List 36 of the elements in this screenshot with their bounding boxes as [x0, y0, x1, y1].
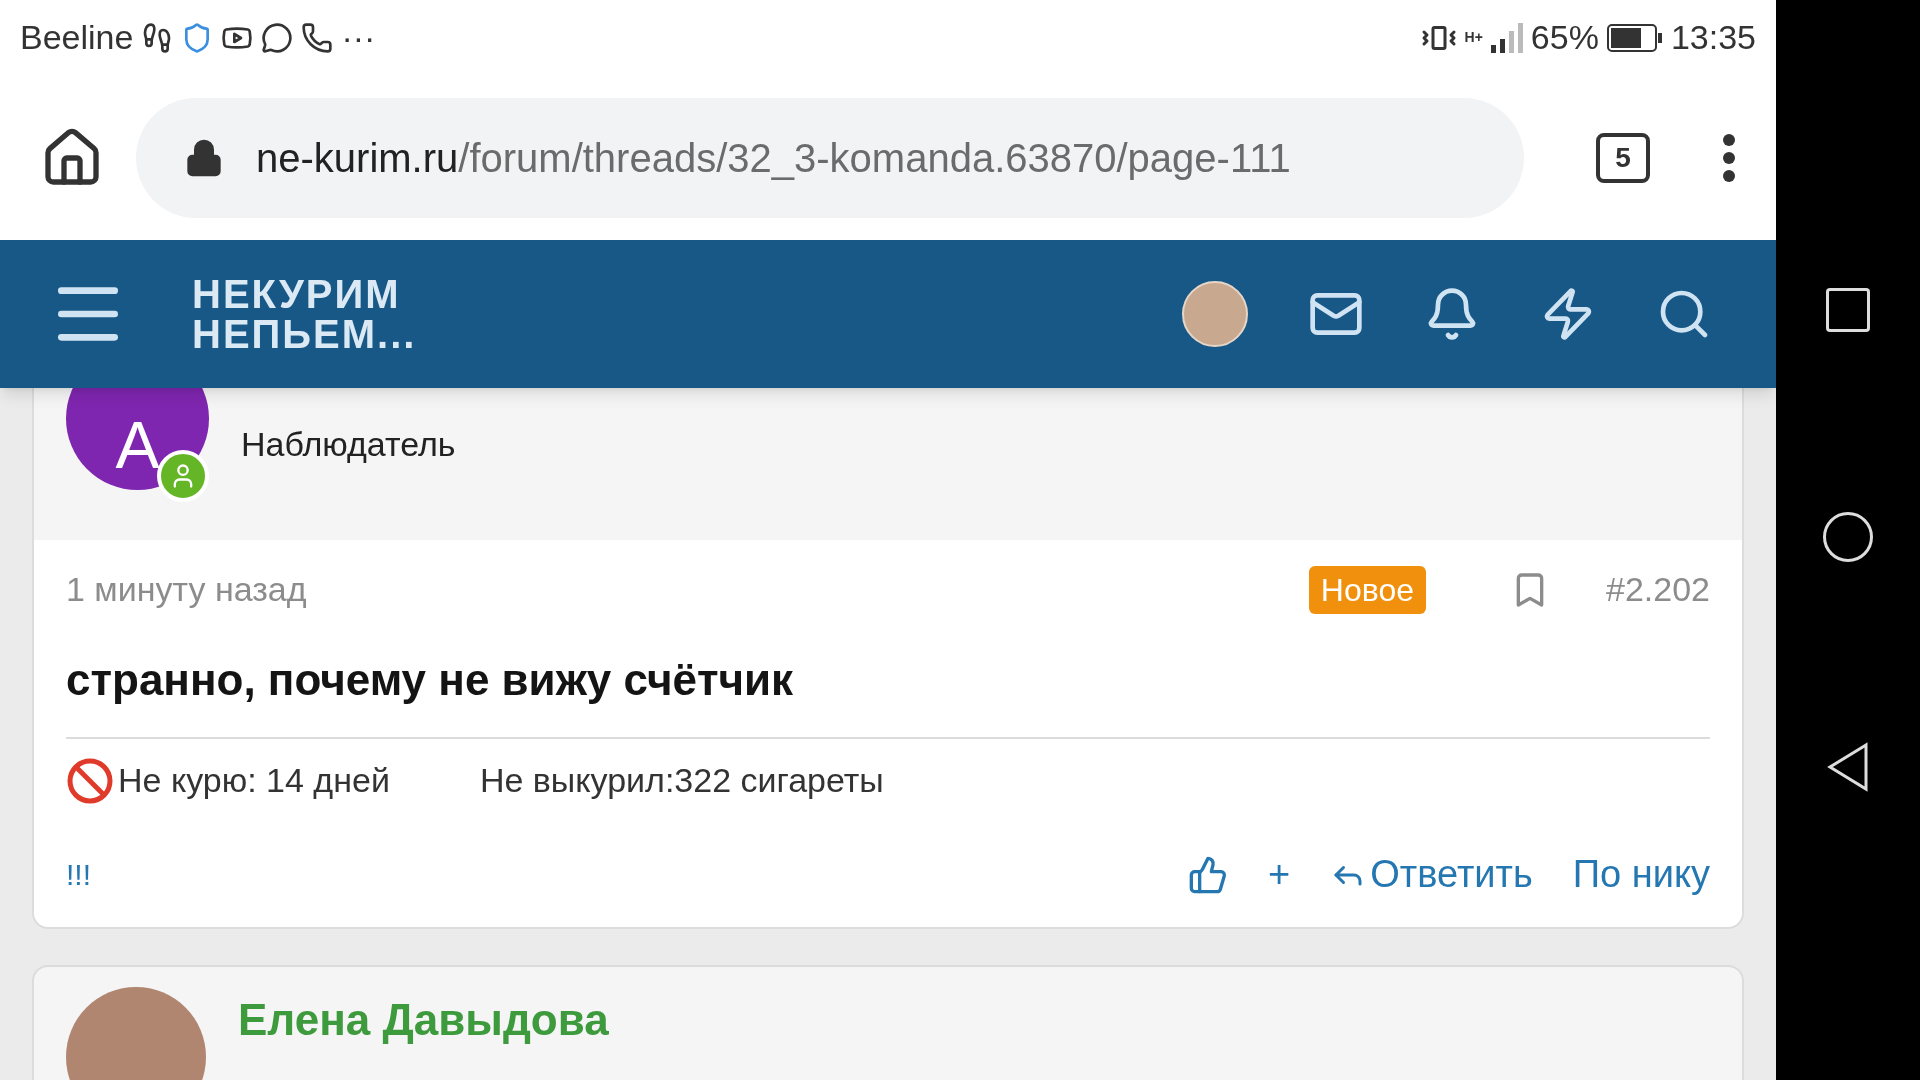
battery-icon: [1606, 23, 1663, 52]
more-notifications: ···: [341, 17, 376, 58]
user-status-icon: [157, 450, 209, 502]
clock-time: 13:35: [1670, 17, 1756, 58]
new-badge: Новое: [1308, 565, 1426, 614]
reply-button[interactable]: Ответить: [1330, 846, 1533, 903]
address-bar[interactable]: ne-kurim.ru/forum/threads/32_3-komanda.63870/page-111: [136, 97, 1524, 218]
like-button[interactable]: [1188, 854, 1229, 895]
logo-text: НЕПЬЕМ...: [192, 314, 417, 354]
author-name[interactable]: Елена Давыдова: [238, 987, 609, 1053]
action-link[interactable]: !!!: [66, 852, 91, 897]
no-smoking-icon: [66, 756, 114, 805]
post-text: странно, почему не вижу счётчик: [66, 654, 795, 706]
post-time: 1 минуту назад: [66, 569, 307, 610]
signal-icon: [1490, 22, 1523, 53]
action-link[interactable]: По нику: [1572, 846, 1710, 903]
back-button[interactable]: [1826, 742, 1870, 792]
recent-apps-button[interactable]: [1826, 288, 1870, 332]
author-role: Наблюдатель: [241, 424, 456, 465]
carrier-name: Beeline: [20, 17, 134, 58]
home-button[interactable]: [1823, 512, 1873, 562]
action-link[interactable]: +: [1268, 846, 1291, 903]
thumbs-up-icon: [1188, 854, 1229, 895]
menu-button[interactable]: [1722, 132, 1736, 183]
phone-icon: [301, 21, 334, 54]
tab-count-button[interactable]: 5: [1596, 132, 1650, 183]
post-number[interactable]: #2.202: [1606, 564, 1710, 615]
signature-text: Не выкурил:322 сигареты: [479, 760, 884, 801]
signature-text: Не курю: 14 дней: [118, 760, 390, 801]
lock-icon: [184, 137, 224, 178]
battery-percent: 65%: [1530, 17, 1599, 58]
url-text: ne-kurim.ru/forum/threads/32_3-komanda.63870/page-111: [256, 134, 1291, 182]
chat-bubble-icon: [261, 21, 294, 54]
logo-text: НЕКУРИМ: [192, 274, 402, 314]
network-type: H+: [1464, 28, 1483, 47]
more-icon: [1722, 132, 1736, 183]
